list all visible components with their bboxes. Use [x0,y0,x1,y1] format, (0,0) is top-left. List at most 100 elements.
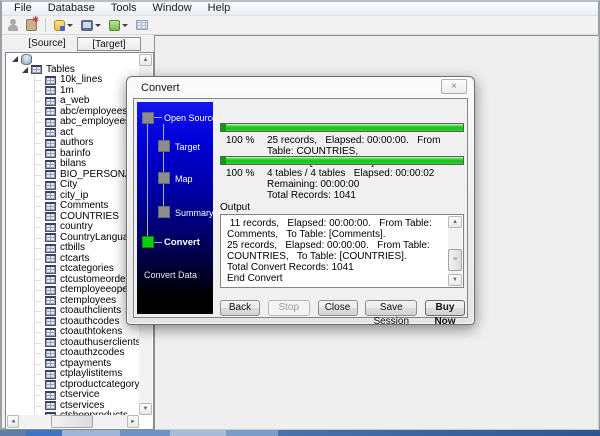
table-icon [45,149,56,159]
output-line: 11 records, Elapsed: 00:00:00. From Tabl… [227,218,435,240]
menu-item[interactable]: Tools [103,2,145,15]
table-icon [45,75,56,85]
table-icon [45,170,56,180]
back-button[interactable]: Back [220,300,260,316]
tree-item[interactable]: ctservice [7,389,139,401]
thumb-grip: ≡ [452,256,458,263]
tree-item[interactable]: a_web [7,95,139,107]
wizard-caption: Convert Data [144,270,198,280]
table-icon [45,264,56,274]
tree-item-label: abc_employees [60,116,131,127]
taskbar-segment [226,430,278,436]
chevron-down-icon[interactable] [67,23,73,27]
tree-horizontal-scrollbar[interactable]: ◄ ► [7,415,139,428]
menu-item[interactable]: Window [145,2,200,15]
tree-item-label: ctoauthtokens [60,326,123,337]
tree-item[interactable]: ctoauthclients [7,305,139,317]
tree-item[interactable]: Comments [7,200,139,212]
step-square-convert [142,236,154,248]
grid-button[interactable] [134,19,150,31]
tree-item-label: ctcategories [60,263,114,274]
scroll-up-icon[interactable]: ▲ [448,216,462,228]
step-label-map: Map [175,174,193,184]
table-icon [45,327,56,337]
table-progress-bar [220,123,464,132]
step-connector [163,124,164,218]
tree-item[interactable]: ctemployeeoperatelog [7,284,139,296]
table-icon [45,359,56,369]
table-icon [45,390,56,400]
tree-item[interactable]: ctoauthtokens [7,326,139,338]
chevron-down-icon[interactable] [122,23,128,27]
scroll-right-icon[interactable]: ► [127,415,139,428]
tables-folder-icon [31,65,42,75]
buy-now-button[interactable]: Buy Now [425,300,465,327]
step-label-open-source: Open Source [164,113,218,123]
progress-fill [221,124,463,131]
tree-item[interactable]: bilans [7,158,139,170]
scrollbar-thumb[interactable]: ≡ [448,249,462,271]
scroll-down-icon[interactable]: ▼ [448,274,462,286]
save-session-button[interactable]: Save Session [365,300,418,327]
tree-item[interactable]: abc_employees [7,116,139,128]
app-window: FileDatabaseToolsWindowHelp [Source] [Ta… [0,0,600,430]
view-wizard-button[interactable] [79,19,103,32]
tree-item-label: Comments [60,200,109,211]
output-text: 11 records, Elapsed: 00:00:00. From Tabl… [221,215,447,287]
table-icon [45,222,56,232]
taskbar-segment [0,430,26,436]
connection-wizard-button[interactable] [24,15,39,32]
close-dialog-button[interactable]: Close [317,300,358,316]
chevron-down-icon[interactable] [95,23,101,27]
scroll-left-icon[interactable]: ◄ [7,415,19,428]
tab-source[interactable]: [Source] [19,37,75,51]
tree-item[interactable]: authors [7,137,139,149]
scroll-down-icon[interactable]: ▼ [139,403,152,415]
table-icon [45,117,56,127]
expand-caret-icon[interactable] [22,66,28,73]
close-button[interactable]: × [441,79,467,94]
step-label-summary: Summary [175,208,214,218]
tree-item-label: 10k_lines [60,74,103,85]
table-icon [45,296,56,306]
tree-item[interactable]: City [7,179,139,191]
table-icon [45,275,56,285]
step-label-convert: Convert [164,237,200,248]
stop-button[interactable]: Stop [267,300,310,316]
step-connector [154,242,162,243]
menu-item[interactable]: File [6,2,40,15]
table-icon [45,254,56,264]
tree-root[interactable] [7,54,139,65]
overall-progress-bar [220,156,464,165]
dialog-title[interactable]: Convert [141,82,180,94]
user-button[interactable] [6,18,20,32]
table-icon [45,180,56,190]
menu-item[interactable]: Help [200,2,239,15]
output-box[interactable]: 11 records, Elapsed: 00:00:00. From Tabl… [220,214,464,288]
toolbar-separator [45,18,46,32]
export-wizard-button[interactable] [52,19,75,32]
table-icon [45,86,56,96]
tab-bar: [Source] [Target] [5,35,154,52]
table-icon [45,138,56,148]
tab-target[interactable]: [Target] [77,37,141,51]
tree-item[interactable]: ctplaylistitems [7,368,139,380]
step-connector [147,124,148,237]
tree-item-label: country [60,221,93,232]
menu-item[interactable]: Database [40,2,103,15]
scrollbar-thumb[interactable] [51,415,93,428]
tree-item[interactable]: ctcategories [7,263,139,275]
scroll-up-icon[interactable]: ▲ [139,54,152,66]
tree-item-label: City [60,179,78,190]
tree-item[interactable]: country [7,221,139,233]
tree-item[interactable]: 10k_lines [7,74,139,86]
tree-item[interactable]: ctoauthzcodes [7,347,139,359]
table-icon [45,243,56,253]
tree-item[interactable]: ctbills [7,242,139,254]
expand-caret-icon[interactable] [12,56,18,63]
overall-progress-percent: 100 % [226,168,255,179]
table-icon [45,96,56,106]
table-icon [45,212,56,222]
run-wizard-button[interactable] [107,19,130,32]
output-scrollbar[interactable]: ▲ ≡ ▼ [448,216,462,286]
